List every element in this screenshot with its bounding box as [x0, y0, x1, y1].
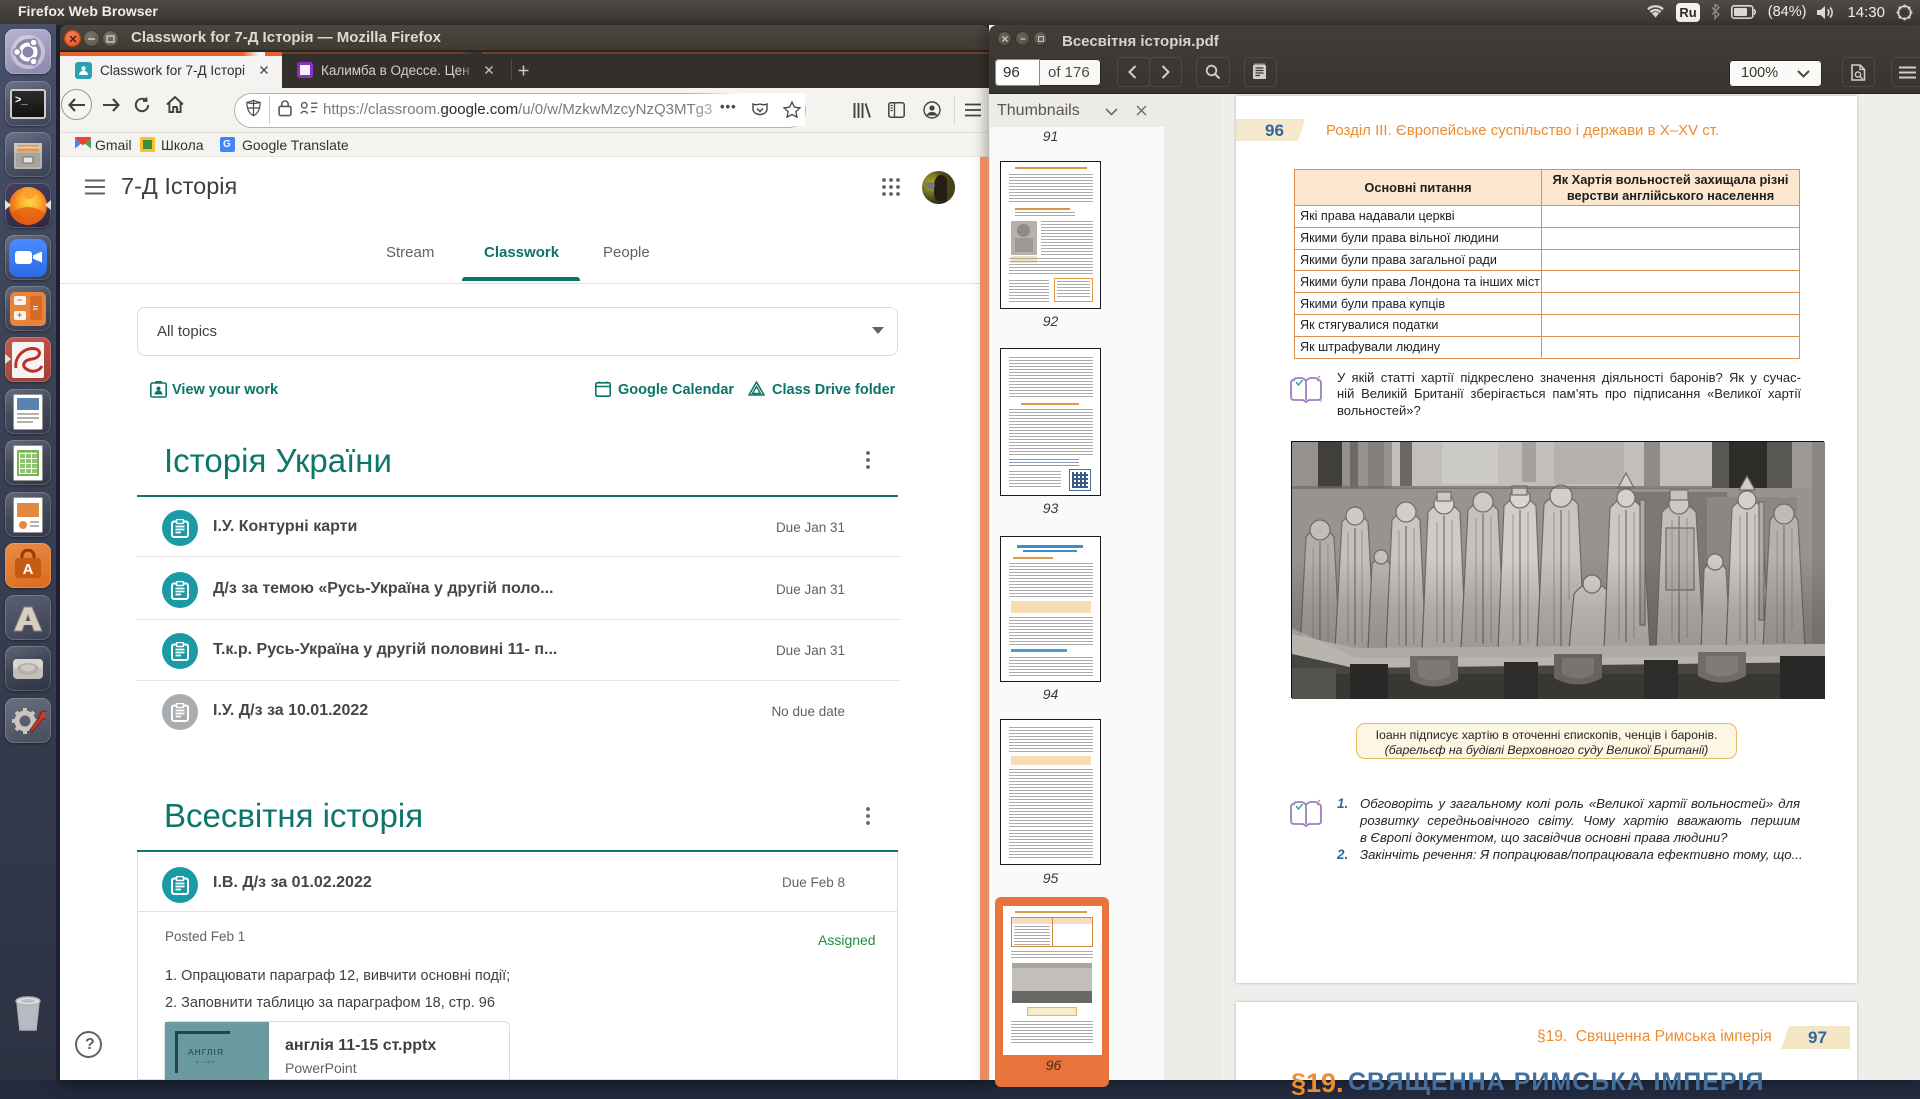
svg-text:A: A: [23, 561, 34, 578]
